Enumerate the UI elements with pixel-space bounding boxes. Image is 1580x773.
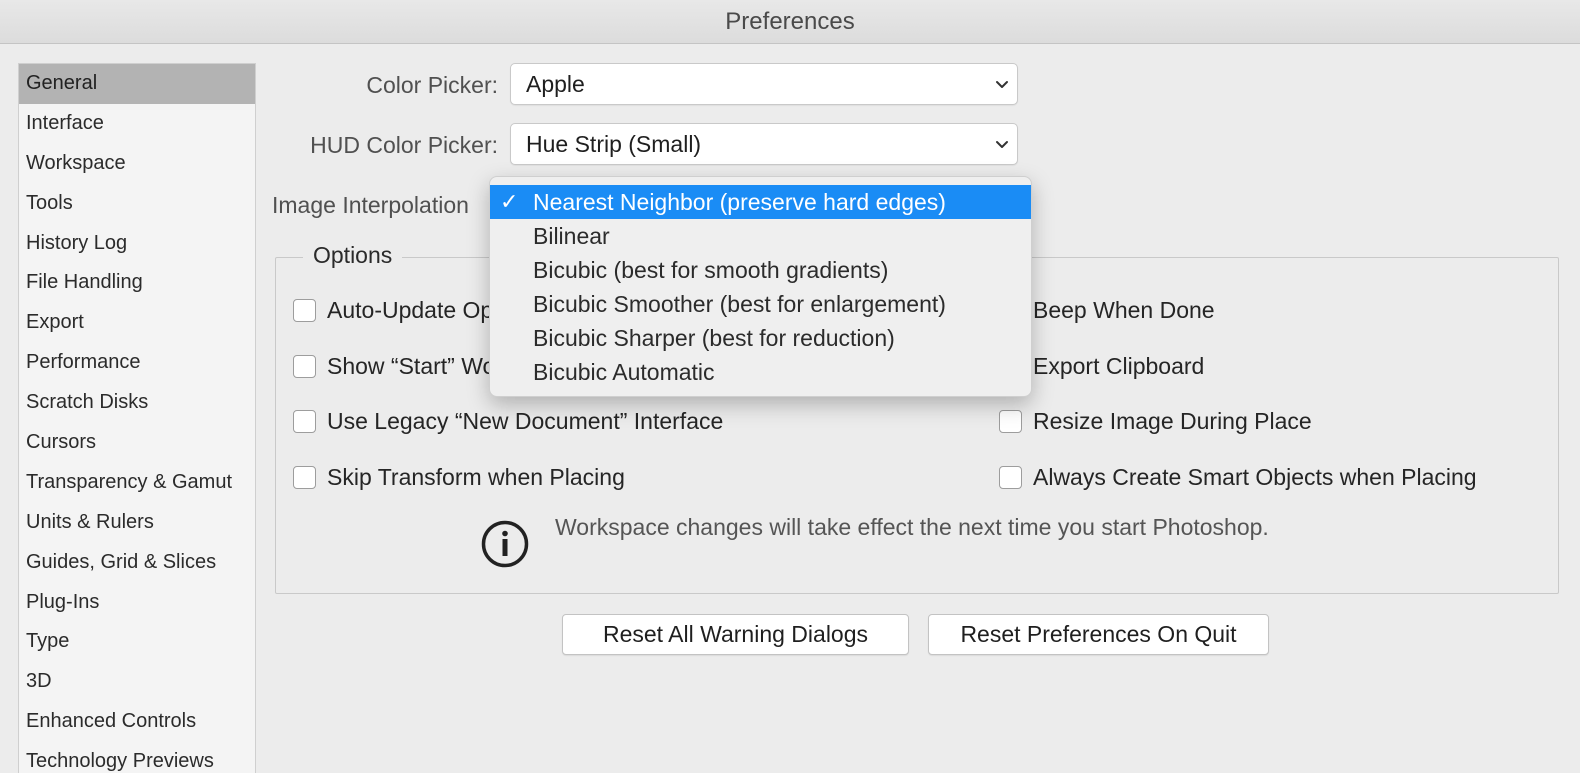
sidebar-item-units-rulers[interactable]: Units & Rulers (19, 503, 255, 543)
sidebar-item-performance[interactable]: Performance (19, 343, 255, 383)
option-label: Resize Image During Place (1033, 408, 1312, 434)
option-label: Use Legacy “New Document” Interface (327, 408, 724, 434)
sidebar-item-file-handling[interactable]: File Handling (19, 263, 255, 303)
sidebar-item-enhanced-controls[interactable]: Enhanced Controls (19, 702, 255, 742)
sidebar-item-workspace[interactable]: Workspace (19, 144, 255, 184)
image-interpolation-menu: ✓ Nearest Neighbor (preserve hard edges)… (489, 176, 1032, 397)
option-always-create-smart-objects[interactable]: Always Create Smart Objects when Placing (999, 464, 1477, 491)
checkbox[interactable] (999, 410, 1022, 433)
menu-item-bicubic-automatic[interactable]: Bicubic Automatic (490, 355, 1031, 389)
option-label: Always Create Smart Objects when Placing (1033, 464, 1477, 490)
checkbox[interactable] (293, 410, 316, 433)
option-label: Beep When Done (1033, 297, 1215, 323)
window-title: Preferences (0, 0, 1580, 44)
sidebar-item-plug-ins[interactable]: Plug-Ins (19, 583, 255, 623)
chevron-down-icon (996, 141, 1008, 148)
hud-color-picker-label: HUD Color Picker: (310, 132, 498, 158)
chevron-down-icon (996, 81, 1008, 88)
reset-all-warning-dialogs-button[interactable]: Reset All Warning Dialogs (562, 614, 909, 655)
checkbox[interactable] (293, 355, 316, 378)
info-icon (481, 520, 529, 568)
sidebar-item-history-log[interactable]: History Log (19, 224, 255, 264)
color-picker-select[interactable]: Apple (510, 63, 1018, 105)
reset-preferences-on-quit-button[interactable]: Reset Preferences On Quit (928, 614, 1269, 655)
sidebar-item-3d[interactable]: 3D (19, 662, 255, 702)
menu-item-label: Bicubic Automatic (533, 359, 715, 385)
sidebar-item-cursors[interactable]: Cursors (19, 423, 255, 463)
checkbox[interactable] (999, 466, 1022, 489)
sidebar-item-technology-previews[interactable]: Technology Previews (19, 742, 255, 773)
menu-item-label: Bicubic (best for smooth gradients) (533, 257, 889, 283)
image-interpolation-label: Image Interpolation (272, 192, 469, 218)
menu-item-label: Bilinear (533, 223, 610, 249)
menu-item-bicubic-sharper[interactable]: Bicubic Sharper (best for reduction) (490, 321, 1031, 355)
checkbox[interactable] (293, 299, 316, 322)
option-label: Skip Transform when Placing (327, 464, 625, 490)
sidebar-item-tools[interactable]: Tools (19, 184, 255, 224)
menu-item-nearest-neighbor[interactable]: ✓ Nearest Neighbor (preserve hard edges) (490, 185, 1031, 219)
menu-item-bicubic[interactable]: Bicubic (best for smooth gradients) (490, 253, 1031, 287)
sidebar-item-general[interactable]: General (19, 64, 255, 104)
option-skip-transform-when-placing[interactable]: Skip Transform when Placing (293, 464, 625, 491)
preferences-sidebar: General Interface Workspace Tools Histor… (18, 63, 256, 773)
sidebar-item-transparency-gamut[interactable]: Transparency & Gamut (19, 463, 255, 503)
options-legend: Options (303, 242, 403, 269)
hud-color-picker-value: Hue Strip (Small) (526, 131, 702, 157)
option-label: Export Clipboard (1033, 353, 1205, 379)
hud-color-picker-select[interactable]: Hue Strip (Small) (510, 123, 1018, 165)
info-message: Workspace changes will take effect the n… (555, 514, 1269, 540)
menu-item-bicubic-smoother[interactable]: Bicubic Smoother (best for enlargement) (490, 287, 1031, 321)
menu-item-label: Bicubic Sharper (best for reduction) (533, 325, 895, 351)
menu-item-label: Nearest Neighbor (preserve hard edges) (533, 189, 946, 215)
option-resize-image-during-place[interactable]: Resize Image During Place (999, 408, 1312, 435)
sidebar-item-export[interactable]: Export (19, 303, 255, 343)
checkbox[interactable] (293, 466, 316, 489)
option-use-legacy-new-document[interactable]: Use Legacy “New Document” Interface (293, 408, 723, 435)
checkmark-icon: ✓ (500, 189, 519, 214)
menu-item-bilinear[interactable]: Bilinear (490, 219, 1031, 253)
color-picker-label: Color Picker: (366, 72, 498, 98)
menu-item-label: Bicubic Smoother (best for enlargement) (533, 291, 946, 317)
sidebar-item-type[interactable]: Type (19, 622, 255, 662)
sidebar-item-scratch-disks[interactable]: Scratch Disks (19, 383, 255, 423)
sidebar-item-interface[interactable]: Interface (19, 104, 255, 144)
sidebar-item-guides-grid-slices[interactable]: Guides, Grid & Slices (19, 543, 255, 583)
color-picker-value: Apple (526, 71, 585, 97)
